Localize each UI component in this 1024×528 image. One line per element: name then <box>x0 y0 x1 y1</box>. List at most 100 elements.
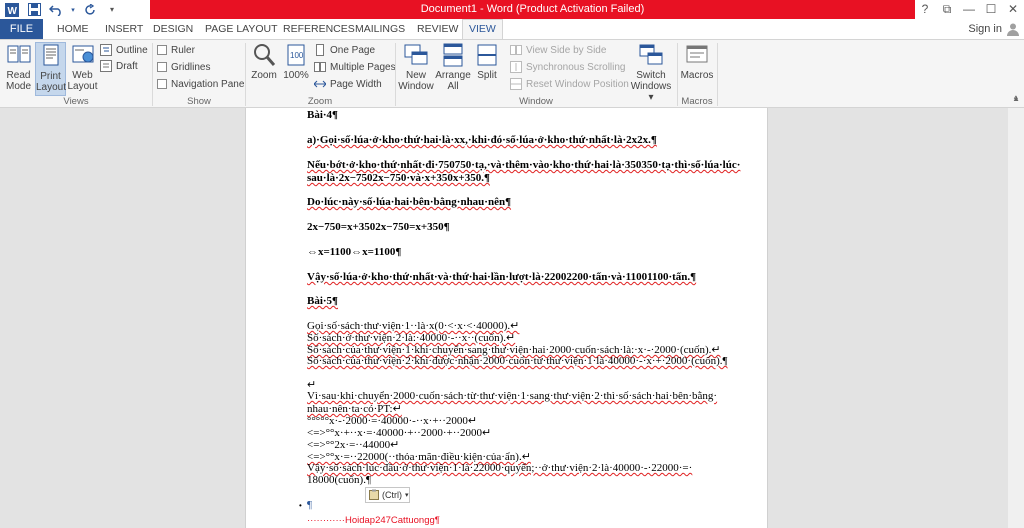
doc-line: 2x−750=x+3502x−750=x+350¶ <box>307 221 450 233</box>
reset-window-position-button[interactable]: Reset Window Position <box>510 77 629 91</box>
customize-toolbar-icon[interactable]: ▾ <box>104 2 120 18</box>
arrange-all-button[interactable]: Arrange All <box>435 42 471 96</box>
draft-button[interactable]: Draft <box>100 59 138 73</box>
paste-options-button[interactable]: (Ctrl) ▾ <box>365 487 410 503</box>
help-button[interactable]: ? <box>914 0 936 19</box>
page-width-button[interactable]: Page Width <box>313 77 382 91</box>
close-button[interactable]: ✕ <box>1002 0 1024 19</box>
navigation-pane-label: Navigation Pane <box>171 78 245 90</box>
tab-mailings[interactable]: MAILINGS <box>355 19 405 39</box>
view-side-by-side-button[interactable]: View Side by Side <box>510 43 606 57</box>
multiple-pages-button[interactable]: Multiple Pages <box>314 60 396 74</box>
show-group-label: Show <box>187 96 211 107</box>
new-window-icon <box>403 42 429 68</box>
ribbon-view: Read Mode Print Layout Web Layout Outlin… <box>0 39 1024 108</box>
tab-review[interactable]: REVIEW <box>417 19 458 39</box>
outline-icon <box>100 44 112 56</box>
one-page-label: One Page <box>330 44 376 56</box>
zoom-group-label: Zoom <box>307 96 333 107</box>
multiple-pages-icon <box>314 61 326 73</box>
tab-file[interactable]: FILE <box>0 19 43 39</box>
web-layout-button[interactable]: Web Layout <box>67 42 98 96</box>
doc-line: Nếu·bớt·ở·kho·thứ·nhất·đi·750750·tạ,·và·… <box>307 159 741 171</box>
ruler-checkbox-box <box>157 45 167 55</box>
vertical-scrollbar[interactable] <box>1008 108 1024 528</box>
web-layout-label-2: Layout <box>67 81 98 92</box>
new-window-label-1: New <box>405 70 426 81</box>
dropdown-arrow-icon: ▾ <box>405 492 409 499</box>
page-width-icon <box>313 78 327 90</box>
read-mode-label-2: Mode <box>5 81 31 92</box>
zoom-100-label: 100% <box>283 70 309 81</box>
macros-icon <box>684 42 710 68</box>
sign-in-link[interactable]: Sign in <box>968 19 1002 39</box>
read-mode-label-1: Read <box>6 70 31 81</box>
window-title: Document1 - Word (Product Activation Fai… <box>150 0 915 19</box>
ribbon-display-options-button[interactable]: ⧉ <box>936 0 958 19</box>
doc-line: Bài·5¶ <box>307 295 339 307</box>
redo-icon[interactable] <box>82 2 98 18</box>
one-page-icon <box>314 44 326 56</box>
zoom-button[interactable]: Zoom <box>249 42 279 96</box>
svg-text:100: 100 <box>290 51 304 60</box>
switch-windows-button[interactable]: Switch Windows ▾ <box>628 42 674 103</box>
macros-group-label: Macros <box>681 96 713 107</box>
macros-button[interactable]: Macros <box>680 42 714 96</box>
one-page-button[interactable]: One Page <box>314 43 375 57</box>
zoom-100-button[interactable]: 100 100% <box>282 42 310 96</box>
undo-dropdown-icon[interactable]: ▾ <box>70 2 76 18</box>
outline-button[interactable]: Outline <box>100 43 148 57</box>
doc-line: Vậy·số·sách·lúc·đầu·ở·thư·viện·1·là·2200… <box>307 462 693 474</box>
macros-label: Macros <box>680 70 714 81</box>
svg-text:W: W <box>8 6 18 17</box>
read-mode-icon <box>6 42 32 68</box>
tab-design[interactable]: DESIGN <box>153 19 193 39</box>
word-logo-icon[interactable]: W <box>4 2 20 18</box>
reset-window-position-label: Reset Window Position <box>526 78 629 90</box>
zoom-100-icon: 100 <box>283 42 309 68</box>
paste-options-label: (Ctrl) <box>382 490 402 500</box>
title-bar: W ▾ ▾ Document1 - Word (Product Activati… <box>0 0 1024 19</box>
page-width-label: Page Width <box>330 78 382 90</box>
web-layout-icon <box>70 42 96 68</box>
minimize-button[interactable]: — <box>958 0 980 19</box>
draft-icon <box>100 60 112 72</box>
navigation-pane-checkbox[interactable]: Navigation Pane <box>157 77 244 91</box>
switch-windows-label-1: Switch <box>636 70 666 81</box>
draft-label: Draft <box>116 60 138 72</box>
tab-page-layout[interactable]: PAGE LAYOUT <box>205 19 278 39</box>
gridlines-label: Gridlines <box>171 61 211 73</box>
window-group-label: Window <box>519 96 553 107</box>
arrange-all-label-2: All <box>447 81 459 92</box>
zoom-label: Zoom <box>251 70 277 81</box>
arrange-all-label-1: Arrange <box>435 70 471 81</box>
synchronous-scrolling-button[interactable]: Synchronous Scrolling <box>510 60 626 74</box>
tab-references[interactable]: REFERENCES <box>283 19 355 39</box>
bullet-icon: • <box>299 501 302 510</box>
maximize-button[interactable]: ☐ <box>980 0 1002 19</box>
tab-insert[interactable]: INSERT <box>105 19 143 39</box>
print-layout-button[interactable]: Print Layout <box>35 42 66 96</box>
user-icon[interactable] <box>1006 22 1020 36</box>
split-button[interactable]: Split <box>473 42 501 96</box>
outline-label: Outline <box>116 44 148 56</box>
view-side-by-side-label: View Side by Side <box>526 44 607 56</box>
tab-home[interactable]: HOME <box>57 19 89 39</box>
tab-view[interactable]: VIEW <box>462 19 503 40</box>
read-mode-button[interactable]: Read Mode <box>3 42 34 96</box>
quick-access-toolbar: W ▾ ▾ <box>4 1 120 18</box>
scroll-up-arrow-icon[interactable]: ▲ <box>1012 94 1020 103</box>
new-window-button[interactable]: New Window <box>398 42 434 96</box>
print-layout-label-2: Layout <box>36 82 67 93</box>
views-group-label: Views <box>63 96 89 107</box>
doc-line: 18000(cuốn).¶ <box>307 474 371 486</box>
doc-line: Vậy·số·lúa·ở·kho·thứ·nhất·và·thứ·hai·lần… <box>307 271 697 283</box>
ruler-checkbox[interactable]: Ruler <box>157 43 195 57</box>
ruler-label: Ruler <box>171 44 195 56</box>
doc-line: Vì·sau·khi·chuyển·2000·cuốn·sách·từ·thư·… <box>307 390 718 402</box>
gridlines-checkbox[interactable]: Gridlines <box>157 60 210 74</box>
undo-icon[interactable] <box>48 2 64 18</box>
new-window-label-2: Window <box>398 81 434 92</box>
reset-position-icon <box>510 78 522 90</box>
save-icon[interactable] <box>26 2 42 18</box>
